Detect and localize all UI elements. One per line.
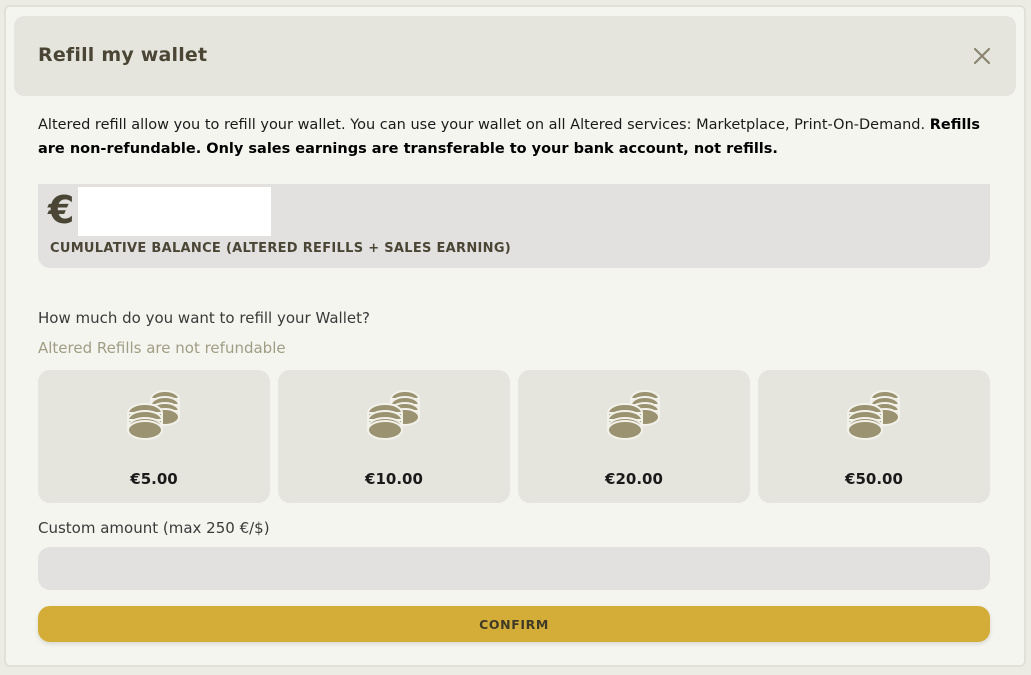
refill-option-20[interactable]: €20.00 bbox=[518, 370, 750, 503]
refill-option-50[interactable]: €50.00 bbox=[758, 370, 990, 503]
close-icon bbox=[973, 47, 991, 65]
refill-option-amount: €5.00 bbox=[130, 470, 178, 488]
refill-option-amount: €10.00 bbox=[365, 470, 423, 488]
balance-panel: € CUMULATIVE BALANCE (ALTERED REFILLS + … bbox=[38, 184, 990, 268]
refill-wallet-dialog: Refill my wallet Altered refill allow yo… bbox=[4, 5, 1026, 667]
description-text: Altered refill allow you to refill your … bbox=[38, 117, 930, 133]
coins-icon bbox=[127, 390, 180, 440]
dialog-title: Refill my wallet bbox=[38, 44, 208, 66]
refill-hint: Altered Refills are not refundable bbox=[38, 339, 286, 357]
balance-label: CUMULATIVE BALANCE (ALTERED REFILLS + SA… bbox=[50, 241, 512, 256]
refill-option-amount: €50.00 bbox=[845, 470, 903, 488]
close-button[interactable] bbox=[970, 44, 994, 68]
confirm-button[interactable]: CONFIRM bbox=[38, 606, 990, 642]
refill-question: How much do you want to refill your Wall… bbox=[38, 309, 370, 327]
coins-icon bbox=[847, 390, 900, 440]
refill-option-5[interactable]: €5.00 bbox=[38, 370, 270, 503]
custom-amount-input[interactable] bbox=[38, 547, 990, 590]
coins-icon bbox=[367, 390, 420, 440]
balance-value-redacted bbox=[78, 187, 271, 236]
currency-symbol: € bbox=[48, 188, 75, 232]
refill-option-amount: €20.00 bbox=[605, 470, 663, 488]
coins-icon bbox=[607, 390, 660, 440]
dialog-description: Altered refill allow you to refill your … bbox=[38, 113, 988, 161]
refill-option-10[interactable]: €10.00 bbox=[278, 370, 510, 503]
dialog-header: Refill my wallet bbox=[14, 16, 1016, 96]
custom-amount-label: Custom amount (max 250 €/$) bbox=[38, 519, 270, 537]
